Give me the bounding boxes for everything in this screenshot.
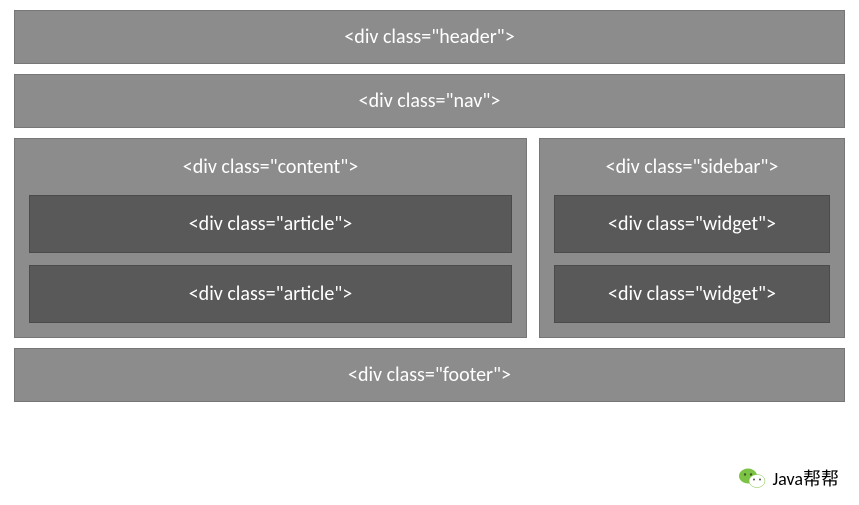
widget-label: <div class="widget"> <box>608 212 776 236</box>
layout-article-box: <div class="article"> <box>29 195 512 253</box>
layout-footer-box: <div class="footer"> <box>14 348 845 402</box>
layout-widget-box: <div class="widget"> <box>554 265 830 323</box>
layout-content-box: <div class="content"> <div class="articl… <box>14 138 527 338</box>
layout-widget-box: <div class="widget"> <box>554 195 830 253</box>
header-label: <div class="header"> <box>344 25 514 49</box>
layout-article-box: <div class="article"> <box>29 265 512 323</box>
watermark: Java帮帮 <box>738 465 839 491</box>
nav-label: <div class="nav"> <box>359 89 501 113</box>
wechat-icon <box>738 466 766 490</box>
article-label: <div class="article"> <box>189 212 353 236</box>
content-label: <div class="content"> <box>29 151 512 185</box>
footer-label: <div class="footer"> <box>348 363 511 387</box>
layout-main-row: <div class="content"> <div class="articl… <box>14 138 845 338</box>
layout-sidebar-box: <div class="sidebar"> <div class="widget… <box>539 138 845 338</box>
watermark-text: Java帮帮 <box>772 465 839 491</box>
widget-label: <div class="widget"> <box>608 282 776 306</box>
article-label: <div class="article"> <box>189 282 353 306</box>
layout-header-box: <div class="header"> <box>14 10 845 64</box>
sidebar-label: <div class="sidebar"> <box>554 151 830 185</box>
layout-nav-box: <div class="nav"> <box>14 74 845 128</box>
